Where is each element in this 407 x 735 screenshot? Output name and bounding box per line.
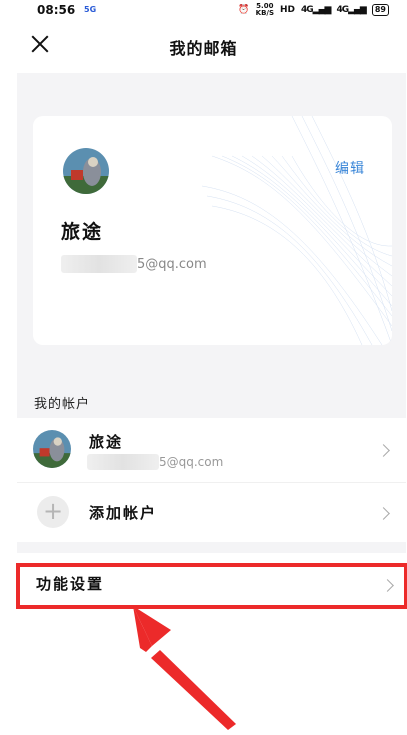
red-arrow-annotation: [133, 606, 236, 730]
